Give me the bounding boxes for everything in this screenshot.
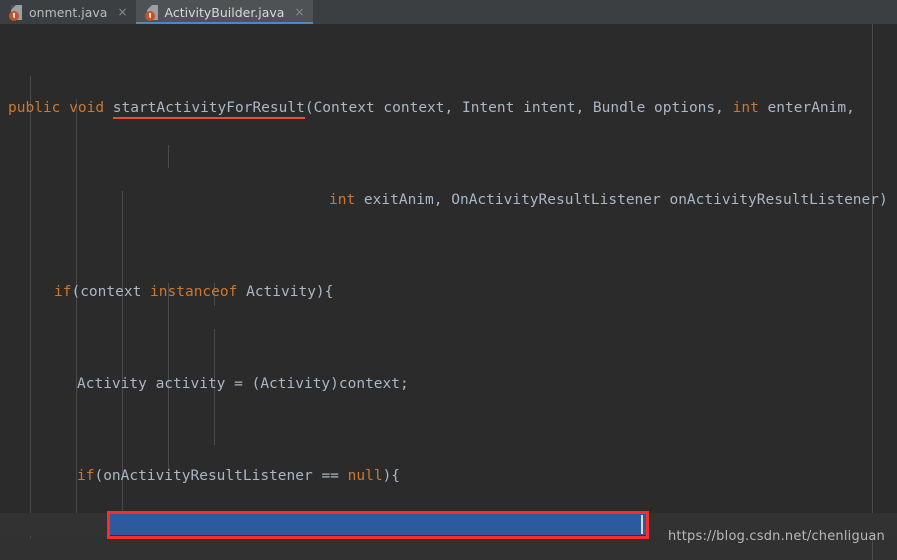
token-keyword: null bbox=[347, 468, 383, 484]
token-keyword: int bbox=[732, 100, 759, 116]
code-line[interactable]: int exitAnim, OnActivityResultListener o… bbox=[0, 189, 897, 212]
tab-label: onment.java bbox=[29, 4, 108, 20]
close-icon[interactable]: × bbox=[294, 6, 304, 18]
token-keyword: if bbox=[54, 284, 72, 300]
token-expr: (onActivityResultListener == bbox=[94, 468, 348, 484]
watermark-text: https://blog.csdn.net/chenliguan bbox=[667, 529, 885, 544]
code-line[interactable]: public void startActivityForResult(Conte… bbox=[0, 97, 897, 120]
java-file-icon bbox=[9, 4, 23, 21]
text-caret bbox=[641, 515, 643, 534]
token-keyword: void bbox=[69, 100, 105, 116]
tab-onment-java[interactable]: onment.java × bbox=[0, 0, 136, 24]
token-params: (Context context, Intent intent, Bundle … bbox=[304, 100, 733, 116]
code-line[interactable]: Activity activity = (Activity)context; bbox=[0, 373, 897, 396]
tab-bar-empty-area bbox=[312, 0, 897, 24]
token-params: exitAnim, OnActivityResultListener onAct… bbox=[355, 192, 888, 208]
code-content[interactable]: public void startActivityForResult(Conte… bbox=[0, 24, 897, 560]
token-method-error: startActivityForResult bbox=[112, 100, 305, 119]
token-stmt: Activity activity = (Activity)context; bbox=[77, 376, 409, 392]
token-keyword: public bbox=[8, 100, 61, 116]
editor-window: onment.java × ActivityBuilder.java × pub… bbox=[0, 0, 897, 560]
close-icon[interactable]: × bbox=[117, 6, 127, 18]
token-expr: ){ bbox=[382, 468, 401, 484]
code-line[interactable]: if(context instanceof Activity){ bbox=[0, 281, 897, 304]
editor-tab-bar: onment.java × ActivityBuilder.java × bbox=[0, 0, 897, 24]
code-line[interactable]: if(onActivityResultListener == null){ bbox=[0, 465, 897, 488]
java-file-icon bbox=[144, 4, 159, 21]
token-params: enterAnim, bbox=[758, 100, 855, 116]
token-expr: (context bbox=[71, 284, 151, 300]
tab-label: ActivityBuilder.java bbox=[164, 4, 285, 20]
token-keyword: int bbox=[329, 192, 356, 208]
code-editor[interactable]: public void startActivityForResult(Conte… bbox=[0, 24, 897, 560]
token-keyword: instanceof bbox=[150, 284, 238, 300]
token-expr: Activity){ bbox=[237, 284, 334, 300]
tab-activitybuilder-java[interactable]: ActivityBuilder.java × bbox=[135, 0, 313, 24]
token-keyword: if bbox=[77, 468, 95, 484]
